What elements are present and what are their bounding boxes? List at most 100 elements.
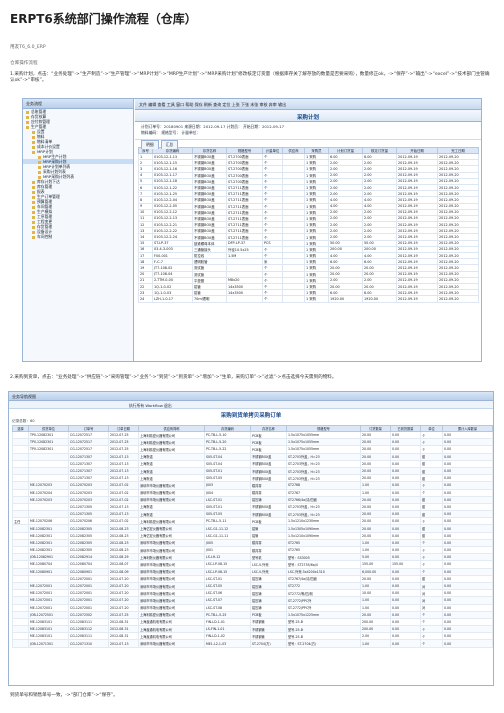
- table-cell: 个: [420, 438, 443, 447]
- table-cell[interactable]: [12, 495, 29, 504]
- table-cell: 个: [420, 617, 443, 627]
- table-cell: ST2766/4a/清/四面: [286, 495, 361, 504]
- table-cell[interactable]: [12, 510, 29, 519]
- table-cell[interactable]: [12, 459, 29, 468]
- table-cell: 0.00: [390, 538, 421, 548]
- table-cell[interactable]: [12, 445, 29, 454]
- table-row[interactable]: ME-12070203 CG-12070203 2012-07-02 深圳市市场仪器有…: [12, 495, 493, 504]
- table-cell: 1.5x1210x1090mm: [286, 531, 361, 540]
- table-cell: 2012-07-13: [108, 502, 139, 512]
- table-cell[interactable]: [12, 625, 29, 634]
- table-cell: 个: [420, 445, 443, 454]
- table-cell: 2012-07-13: [108, 474, 139, 483]
- table-cell: 个: [420, 545, 443, 555]
- table-cell[interactable]: [12, 481, 29, 490]
- table-cell[interactable]: [12, 610, 29, 619]
- table-cell: 0.00: [442, 502, 493, 512]
- table-cell: ST-2703外盖，H=23: [286, 474, 361, 483]
- table-cell: CG-12071307: [68, 474, 109, 483]
- table-cell: CG-12082305: [68, 545, 109, 555]
- table-cell[interactable]: [12, 596, 29, 605]
- table-cell: 2012-07-13: [108, 466, 139, 476]
- table-cell: CG-12071305: [68, 510, 109, 519]
- table-row[interactable]: TP0-12082301 CG-12072517 2012-07-25 上海利精密仪器…: [12, 430, 493, 440]
- table-row[interactable]: CG-12071307 2012-07-13 上海默诺 S05-ST-01 不锈钢BOX…: [12, 466, 493, 476]
- table-row[interactable]: CG-12071305 2012-07-13 上海默诺 S05-ST-01 不锈钢BOX…: [12, 502, 493, 512]
- table-cell: 0.00: [390, 524, 421, 533]
- table-cell[interactable]: [12, 466, 29, 476]
- table-row[interactable]: ME-12082301 CG-12082305 2012-08-23 上海亿宏仪器有限…: [12, 524, 493, 533]
- table-row[interactable]: ME-12082301 CG-12082305 2012-08-23 深圳市市场仪器有…: [12, 545, 493, 555]
- table-cell: [28, 459, 69, 468]
- table-cell[interactable]: [12, 553, 29, 562]
- table-row[interactable]: CG-12071307 2012-07-13 上海默诺 S05-ST-04 不锈钢BOX…: [12, 459, 493, 468]
- table-row[interactable]: ME-12072001 CG-12072001 2012-07-20 深圳市市场仪器有…: [12, 603, 493, 612]
- table-cell[interactable]: [12, 545, 29, 555]
- table-cell[interactable]: [12, 560, 29, 569]
- table-cell: PCB板: [250, 430, 287, 440]
- table-cell: PCB板: [250, 438, 287, 447]
- table-cell: 2012-07-02: [108, 488, 139, 497]
- workflow-toolbar[interactable]: 执行所有 Workflow 退出: [9, 401, 493, 409]
- table-cell: [28, 510, 69, 519]
- table-cell[interactable]: [12, 639, 29, 648]
- table-row[interactable]: ME-12070203 CG-12070203 2012-07-02 深圳市市场仪器有…: [12, 481, 493, 490]
- table-row[interactable]: TP0-12082301 CG-12072517 2012-07-25 上海利精密仪器…: [12, 438, 493, 447]
- table-row[interactable]: ME-12070204 CG-12070203 2012-07-02 深圳市市场仪器有…: [12, 488, 493, 497]
- table-cell: 深圳市市场仪器有限公司: [138, 603, 205, 612]
- tree-item[interactable]: 车间控制: [23, 234, 133, 239]
- table-cell[interactable]: [12, 524, 29, 533]
- table-cell[interactable]: 主任: [12, 517, 29, 526]
- table-cell: 2.00: [360, 632, 391, 641]
- table-cell: 上海利精密仪器有限公司: [138, 438, 205, 447]
- table-row[interactable]: ME-12072001 CG-12072001 2012-07-20 深圳市市场仪器有…: [12, 589, 493, 598]
- table-cell[interactable]: [12, 603, 29, 612]
- table-row[interactable]: ME-12080704 CG-12080704 2012-08-07 深圳市市场仪器有…: [12, 560, 493, 569]
- table-row[interactable]: 24 LZH-1-0-17 70ml透明个 1 采购 1920.00 1920.00 201…: [138, 295, 479, 303]
- table-row[interactable]: ME-12072001 CG-12072001 2012-07-20 深圳市市场仪器有…: [12, 596, 493, 605]
- table-row[interactable]: JOB-12071301 CG-12071310 2012-07-13 深圳市市场仪器…: [12, 639, 493, 648]
- table-row[interactable]: CG-12071307 2012-07-13 上海默诺 S05-ST-05 不锈钢BOX…: [12, 474, 493, 483]
- table-cell[interactable]: [12, 502, 29, 512]
- table-row[interactable]: JOB-12072501 CG-12072502 2012-07-25 上海利精密仪器…: [12, 610, 493, 619]
- table-cell: 上海利精密仪器有限公司: [138, 517, 205, 526]
- table-cell: ST-2772/PPC外: [286, 603, 361, 612]
- table-cell[interactable]: [12, 632, 29, 641]
- table-cell: 2012-07-20: [108, 574, 139, 583]
- table-row[interactable]: ME-12083101 CG-12083111 2012-08-31 上海鑫通机电有限…: [12, 632, 493, 641]
- table-cell: 铝管: [250, 524, 287, 533]
- table-row[interactable]: CG-12071307 2012-07-13 上海默诺 S05-ST-04 不锈钢BOX…: [12, 452, 493, 461]
- table-row[interactable]: ME-12083101 CG-12083112 2012-08-31 上海鑫通机电有限…: [12, 625, 493, 634]
- table-row[interactable]: JOB-12082901 CG-12082914 2012-08-29 上海利默仪器有…: [12, 553, 493, 562]
- table-cell: 套: [420, 524, 443, 533]
- table-row[interactable]: ME-12072001 CG-12072001 2012-07-20 深圳市市场仪器有…: [12, 581, 493, 591]
- table-row[interactable]: ME-12082301 CG-12082305 2012-08-23 上海亿宏仪器有限…: [12, 531, 493, 540]
- table-row[interactable]: ME-12082301 CG-12082305 2012-08-23 深圳市市场仪器有…: [12, 538, 493, 548]
- table-cell: 1.00: [360, 545, 391, 555]
- table-cell: 0.00: [390, 466, 421, 476]
- table-row[interactable]: CG-12071305 2012-07-13 上海默诺 S05-ST-05 不锈钢BOX…: [12, 510, 493, 519]
- table-cell[interactable]: [12, 531, 29, 540]
- table-cell[interactable]: [12, 452, 29, 461]
- tree-list: 总账管理 存货核算 应付款管理 生产管理 设置 物料 物料清单 成本计价设置 MRP计划 MRP生…: [23, 109, 133, 239]
- table-row[interactable]: ME-12083101 CG-12083111 2012-08-31 上海鑫通机电有限…: [12, 617, 493, 627]
- table-cell: ME-12082301: [28, 524, 69, 533]
- table-cell[interactable]: [12, 474, 29, 483]
- table-cell: CG-12071307: [68, 452, 109, 461]
- table-row[interactable]: 主任 ME-12070206 CG-12070206 2012-07-02 上海利精密仪…: [12, 517, 493, 526]
- table-cell[interactable]: [12, 567, 29, 576]
- table-cell[interactable]: [12, 488, 29, 497]
- table-cell[interactable]: [12, 581, 29, 591]
- table-cell: FIN-LD-1-02: [204, 632, 251, 641]
- toolbar[interactable]: 文件 编辑 查看 工具 窗口 帮助 保存 刷新 查询 定位 上张 下张 末张 审…: [135, 99, 481, 110]
- table-cell[interactable]: [12, 589, 29, 598]
- table-cell[interactable]: [12, 438, 29, 447]
- table-row[interactable]: CG-12072001 2012-07-20 深圳市市场仪器有限公司 LSC-ST-0…: [12, 574, 493, 583]
- table-cell[interactable]: [12, 430, 29, 440]
- table-cell: 铝压铸: [250, 603, 287, 612]
- table-cell[interactable]: [12, 538, 29, 548]
- table-row[interactable]: TP0-12082301 CG-12072517 2012-07-25 上海利精密仪器…: [12, 445, 493, 454]
- table-cell[interactable]: [12, 574, 29, 583]
- table-row[interactable]: ME-12080901 CG-12080901 2012-08-09 深圳市市场仪器有…: [12, 567, 493, 576]
- table-cell[interactable]: [12, 617, 29, 627]
